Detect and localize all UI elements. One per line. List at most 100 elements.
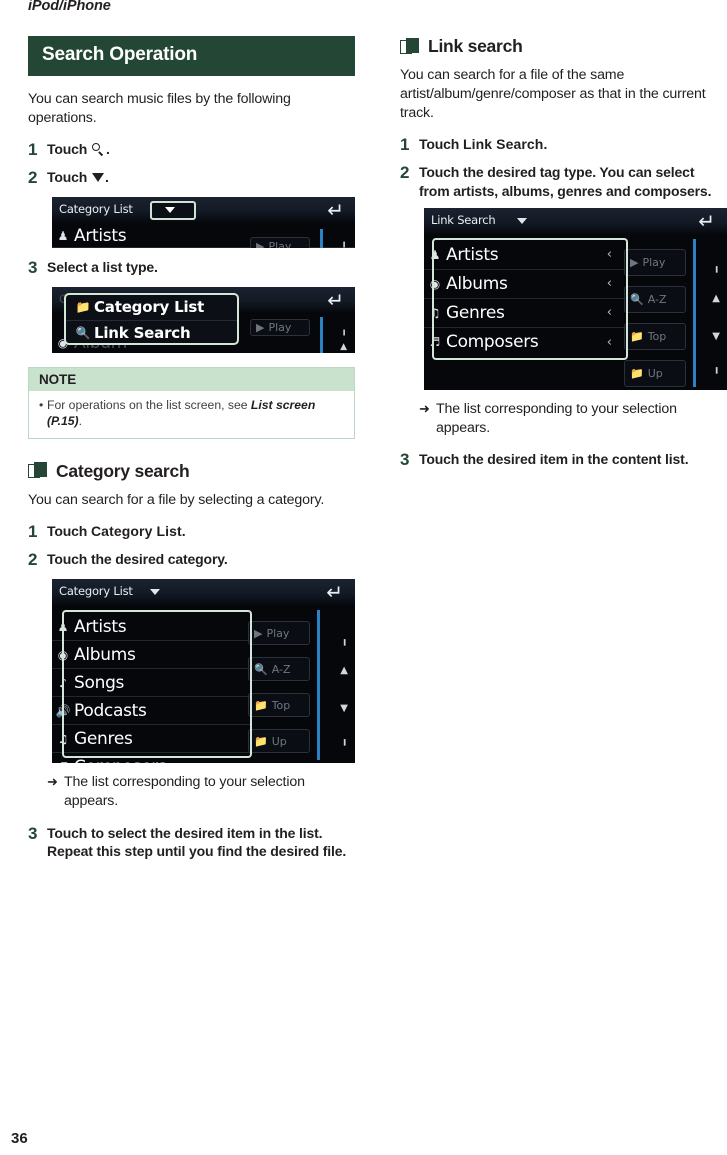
step-number: 1 — [400, 134, 410, 154]
list-item-label: Composers — [446, 332, 539, 353]
search-icon: 🔍 — [75, 325, 91, 340]
list-item-label: Songs — [74, 672, 125, 693]
device-header-title: Category List — [59, 584, 133, 599]
return-arrow-icon[interactable]: ↵ — [326, 582, 343, 602]
scroll-up-icon[interactable]: ▲ — [712, 293, 720, 304]
step-text: Touch the desired item in the content li… — [419, 451, 689, 468]
step-text: Touch . — [47, 168, 109, 189]
list-item-label: Artists — [446, 244, 499, 265]
screenshot-list-type-popup: Category List ↵ ◉ Album ▶ Play ╻ ▲ 📁 Cat… — [52, 286, 355, 353]
note-text-before: For operations on the list screen, see — [47, 397, 251, 412]
note-text: For operations on the list screen, see L… — [47, 397, 344, 430]
folder-up-icon: 📁 — [254, 734, 268, 748]
top-button-ghost[interactable]: 📁 Top — [624, 322, 686, 350]
play-icon: ▶ — [256, 320, 265, 334]
result-arrow-icon: ➜ — [419, 400, 430, 416]
return-arrow-icon[interactable]: ↵ — [327, 200, 344, 220]
step-prefix: Touch — [419, 135, 460, 152]
folder-top-icon: 📁 — [254, 698, 268, 712]
scroll-bottom-icon[interactable]: ╻ — [713, 361, 720, 374]
scrollbar[interactable] — [320, 316, 323, 353]
section-intro: You can search for a file of the same ar… — [400, 67, 706, 121]
scroll-top-icon[interactable]: ╻ — [341, 633, 348, 646]
album-icon: ◉ — [57, 647, 69, 662]
section-intro: You can search for a file by selecting a… — [28, 491, 325, 508]
menu-item-link-search[interactable]: 🔍 Link Search — [66, 321, 237, 343]
list-item-partial[interactable]: ♬ Composers — [52, 753, 252, 763]
step-suffix: . — [543, 135, 548, 152]
play-button-ghost[interactable]: ▶ Play — [624, 248, 686, 276]
step-prefix: Touch — [47, 169, 88, 186]
search-icon: 🔍 — [254, 662, 268, 676]
scrollbar[interactable] — [693, 238, 696, 387]
step-prefix: Touch — [47, 522, 88, 539]
play-label: Play — [268, 320, 292, 334]
play-button-ghost[interactable]: ▶ Play — [248, 621, 310, 646]
scroll-top-icon[interactable]: ╻ — [341, 237, 347, 248]
result-arrow-icon: ➜ — [47, 774, 58, 790]
menu-item-category-list[interactable]: 📁 Category List — [66, 295, 237, 321]
list-item[interactable]: ♟ Artists — [52, 613, 252, 642]
list-item-label: Composers — [74, 757, 167, 763]
list-item[interactable]: ♬ Composers ‹ — [424, 328, 626, 357]
list-item-label: Artists — [74, 616, 127, 637]
list-item[interactable]: ♟ Artists ‹ — [424, 241, 626, 270]
scroll-top-icon[interactable]: ╻ — [341, 325, 347, 336]
side-button-label: A-Z — [271, 662, 291, 676]
top-button-ghost[interactable]: 📁 Top — [248, 693, 310, 718]
up-button-ghost[interactable]: 📁 Up — [248, 729, 310, 754]
play-button-ghost[interactable]: ▶ Play — [250, 237, 310, 249]
side-button-label: Play — [642, 255, 666, 269]
section-heading-category-search: Category search — [28, 461, 355, 482]
step-text: Touch the desired tag type. You can sele… — [419, 164, 712, 199]
scrollbar[interactable] — [317, 610, 320, 761]
category-step-2: 2 Touch the desired category. — [28, 550, 355, 571]
scroll-top-icon[interactable]: ╻ — [713, 260, 720, 273]
scrollbar[interactable] — [320, 229, 323, 249]
chevron-left-icon: ‹ — [606, 334, 612, 350]
chapter-title-bar: Search Operation — [28, 36, 355, 76]
triangle-down-icon — [91, 173, 104, 183]
return-arrow-icon[interactable]: ↵ — [327, 290, 344, 310]
chevron-left-icon: ‹ — [606, 305, 612, 321]
list-item[interactable]: ♪ Songs — [52, 669, 252, 698]
side-button-label: Up — [647, 366, 663, 380]
chevron-left-icon: ‹ — [606, 276, 612, 292]
az-button-ghost[interactable]: 🔍 A-Z — [248, 657, 310, 682]
step-2: 2 Touch . — [28, 168, 355, 189]
triangle-down-icon[interactable] — [150, 589, 160, 596]
list-item[interactable]: ◉ Albums ‹ — [424, 270, 626, 299]
az-button-ghost[interactable]: 🔍 A-Z — [624, 285, 686, 313]
triangle-down-icon[interactable] — [517, 217, 527, 224]
list-item-label: Genres — [446, 302, 505, 323]
step-text: Touch the desired category. — [47, 551, 228, 568]
note-body: • For operations on the list screen, see… — [29, 391, 354, 438]
list-item[interactable]: ♫ Genres ‹ — [424, 299, 626, 328]
step-text: Select a list type. — [47, 259, 158, 276]
scroll-up-icon[interactable]: ▲ — [340, 665, 348, 676]
category-step-1: 1 Touch Category List. — [28, 522, 355, 543]
list-item[interactable]: 🔊 Podcasts — [52, 697, 252, 726]
up-button-ghost[interactable]: 📁 Up — [624, 359, 686, 387]
note-title: NOTE — [29, 367, 354, 391]
list-item[interactable]: ◉ Albums — [52, 641, 252, 670]
composer-icon: ♬ — [52, 760, 74, 763]
dropdown-button-highlighted[interactable] — [150, 201, 196, 221]
play-label: Play — [268, 239, 292, 249]
running-head: iPod/iPhone — [28, 0, 111, 14]
return-arrow-icon[interactable]: ↵ — [698, 211, 715, 231]
scroll-bottom-icon[interactable]: ╻ — [341, 733, 348, 746]
search-icon — [91, 142, 105, 156]
step-number: 2 — [400, 163, 410, 183]
step-3: 3 Select a list type. — [28, 258, 355, 279]
folder-icon: 📁 — [75, 300, 91, 315]
scroll-down-icon[interactable]: ▼ — [712, 331, 720, 342]
step-prefix: Touch — [47, 140, 88, 157]
scroll-down-icon[interactable]: ▼ — [340, 703, 348, 714]
artist-icon: ♟ — [57, 229, 69, 244]
device-header-title: Category List — [59, 202, 133, 217]
chevron-left-icon: ‹ — [606, 247, 612, 263]
list-item[interactable]: ♫ Genres — [52, 725, 252, 754]
play-button-ghost[interactable]: ▶ Play — [250, 318, 310, 336]
scroll-up-icon[interactable]: ▲ — [340, 342, 347, 352]
